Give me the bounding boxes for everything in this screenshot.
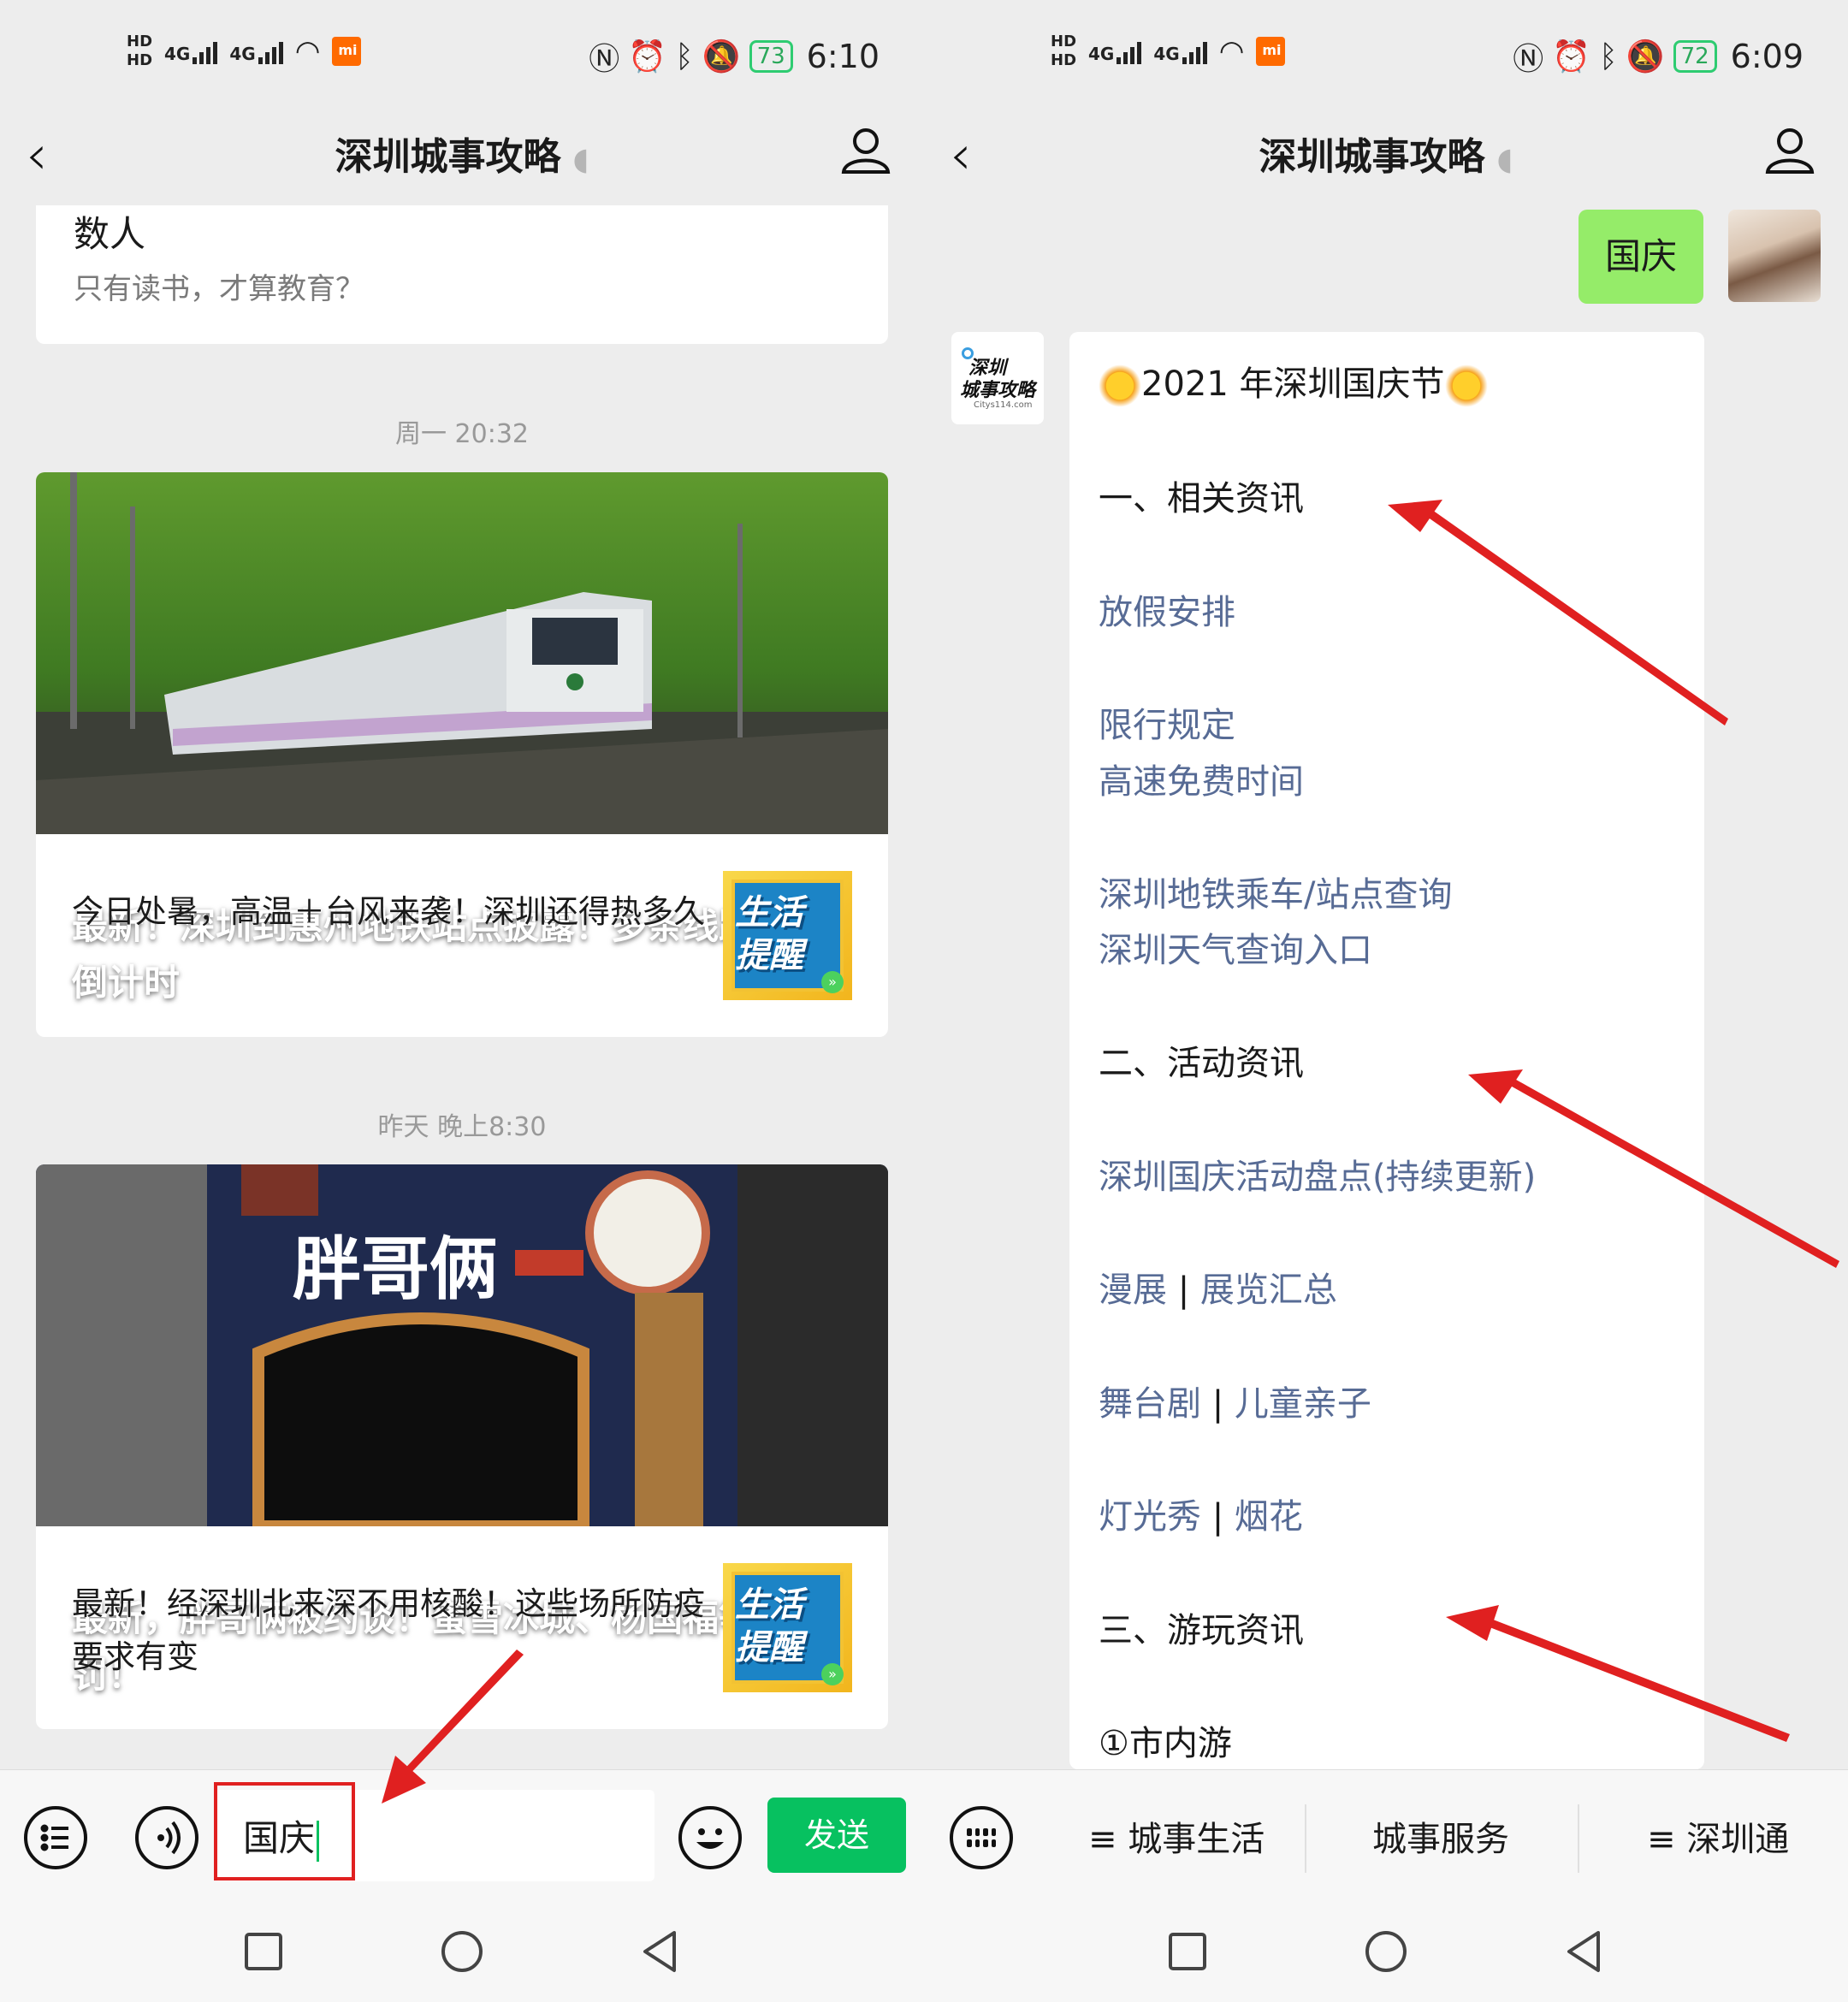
menu-list-icon[interactable] (24, 1806, 87, 1869)
link-holiday-schedule[interactable]: 放假安排 (1099, 584, 1235, 634)
sub-article-row[interactable]: 最新！经深圳北来深不用核酸！这些场所防疫要求有变 生活 提醒 » (36, 1526, 888, 1729)
emoji-icon[interactable] (678, 1806, 742, 1869)
back-nav-icon[interactable] (1559, 1926, 1610, 1977)
bluetooth-icon: ᛒ (1599, 38, 1618, 74)
wifi-icon: ◠ (1218, 34, 1245, 68)
life-reminder-thumbnail: 生活 提醒 » (723, 871, 852, 1000)
status-bar: HDHD 4G 4G ◠ Ⓝ ⏰ ᛒ 🔕 72 6:09 (924, 0, 1848, 116)
clock: 6:10 (806, 38, 880, 75)
link-light-show[interactable]: 灯光秀 (1099, 1497, 1201, 1537)
mute-icon: 🔕 (1626, 39, 1665, 74)
link-exhibitions[interactable]: 展览汇总 (1200, 1270, 1337, 1310)
link-fireworks[interactable]: 烟花 (1235, 1497, 1303, 1537)
profile-icon[interactable] (1764, 124, 1815, 175)
sun-icon (1444, 364, 1488, 407)
page-title: 深圳城事攻略 (1259, 135, 1485, 179)
message-timestamp: 周一 20:32 (395, 419, 529, 449)
forward-icon: » (821, 1663, 844, 1685)
bot-reply-bubble: 2021 年深圳国庆节 一、相关资讯 放假安排 限行规定 高速免费时间 深圳地铁… (1069, 332, 1704, 1769)
section-heading: 三、游玩资讯 (1099, 1611, 1304, 1650)
signal-icon-2: 4G (229, 38, 283, 64)
signal-icon: 4G (164, 38, 218, 64)
sub-article-title: 最新！经深圳北来深不用核酸！这些场所防疫要求有变 (72, 1585, 705, 1675)
my-avatar[interactable] (1728, 210, 1821, 302)
battery-icon: 73 (749, 40, 793, 73)
page-title: 深圳城事攻略 (335, 135, 561, 179)
signal-icon-2: 4G (1153, 38, 1207, 64)
sun-icon (1099, 364, 1141, 407)
link-activity-list[interactable]: 深圳国庆活动盘点(持续更新) (1099, 1149, 1536, 1199)
alarm-icon: ⏰ (1552, 39, 1591, 74)
keyboard-icon[interactable] (950, 1806, 1013, 1869)
menu-shenzhen-tong[interactable]: ≡ 深圳通 (1647, 1811, 1789, 1861)
link-highway-free[interactable]: 高速免费时间 (1099, 754, 1304, 803)
metro-train-image (36, 472, 888, 834)
bot-avatar[interactable]: 深圳 城事攻略 Citys114.com (951, 332, 1044, 424)
nfc-icon: Ⓝ (589, 42, 620, 77)
recent-apps-icon[interactable] (1162, 1926, 1213, 1977)
red-highlight-box (214, 1782, 355, 1881)
section-heading: 二、活动资讯 (1099, 1044, 1304, 1083)
sub-article-title: 今日处暑，高温＋台风来袭！深圳还得热多久 (72, 893, 705, 930)
sub-article-row[interactable]: 今日处暑，高温＋台风来袭！深圳还得热多久 生活 提醒 » (36, 834, 888, 1037)
menu-city-life[interactable]: ≡ 城事生活 (1088, 1811, 1265, 1861)
article-card-2[interactable]: 胖哥俩 最新，胖哥俩被约谈！蜜雪冰城、杨国福等受罚！ 最新！经深圳北来深不用核酸… (36, 1164, 888, 1729)
restaurant-sign-image: 胖哥俩 (36, 1164, 888, 1526)
left-screenshot: HDHD 4G 4G ◠ Ⓝ ⏰ ᛒ 🔕 73 6:10 ‹ 深圳城事攻略◖ (0, 0, 924, 2002)
section-heading: 一、相关资讯 (1099, 479, 1304, 518)
link-metro-query[interactable]: 深圳地铁乘车/站点查询 (1099, 867, 1452, 916)
home-icon[interactable] (436, 1926, 488, 1977)
article-title: 数人 (74, 213, 146, 255)
article-card-partial[interactable]: 数人 只有读书，才算教育？ (36, 205, 888, 344)
link-comic-expo[interactable]: 漫展 (1099, 1270, 1167, 1310)
recent-apps-icon[interactable] (238, 1926, 289, 1977)
send-button[interactable]: 发送 (767, 1798, 906, 1873)
nav-bar: ‹ 深圳城事攻略 ◖ (924, 116, 1848, 205)
article-card-1[interactable]: 最新！深圳到惠州地铁站点披露！多条线路通车倒计时 今日处暑，高温＋台风来袭！深圳… (36, 472, 888, 1037)
ear-icon: ◖ (572, 142, 589, 177)
link-row-exhibitions: 漫展 | 展览汇总 (1099, 1270, 1337, 1310)
menu-city-service[interactable]: 城事服务 (1372, 1811, 1509, 1861)
status-bar: HDHD 4G 4G ◠ Ⓝ ⏰ ᛒ 🔕 73 6:10 (0, 0, 924, 116)
hd-indicator: HD HD (127, 33, 153, 69)
subsection-heading: ①市内游 (1099, 1724, 1232, 1763)
nav-bar: ‹ 深圳城事攻略 ◖ (0, 116, 924, 205)
wifi-icon: ◠ (294, 34, 321, 68)
link-row-stage: 舞台剧 | 儿童亲子 (1099, 1384, 1371, 1424)
forward-icon: » (821, 971, 844, 993)
bluetooth-icon: ᛒ (675, 38, 694, 74)
link-row-lights: 灯光秀 | 烟花 (1099, 1497, 1303, 1537)
link-traffic-rules[interactable]: 限行规定 (1099, 697, 1235, 747)
life-reminder-thumbnail: 生活 提醒 » (723, 1563, 852, 1692)
article-subtitle: 只有读书，才算教育？ (74, 272, 364, 306)
system-nav-bar (924, 1902, 1848, 2002)
link-stage-play[interactable]: 舞台剧 (1099, 1384, 1201, 1424)
home-icon[interactable] (1360, 1926, 1412, 1977)
profile-icon[interactable] (840, 124, 891, 175)
ear-icon: ◖ (1496, 142, 1513, 177)
official-account-menu: ≡ 城事生活 城事服务 ≡ 深圳通 (924, 1769, 1848, 1902)
back-nav-icon[interactable] (635, 1926, 686, 1977)
voice-icon[interactable] (135, 1806, 198, 1869)
nfc-icon: Ⓝ (1513, 42, 1544, 77)
hd-indicator: HD HD (1051, 33, 1077, 69)
sign-text: 胖哥俩 (293, 1229, 498, 1309)
mi-app-icon (332, 37, 362, 66)
mi-app-icon (1256, 37, 1286, 66)
clock: 6:09 (1730, 38, 1804, 75)
mute-icon: 🔕 (702, 39, 741, 74)
battery-icon: 72 (1673, 40, 1717, 73)
system-nav-bar (0, 1902, 924, 2002)
alarm-icon: ⏰ (628, 39, 667, 74)
my-message-bubble[interactable]: 国庆 (1578, 210, 1703, 304)
reply-title: 2021 年深圳国庆节 (1099, 356, 1488, 407)
link-weather-query[interactable]: 深圳天气查询入口 (1099, 922, 1372, 972)
link-kids[interactable]: 儿童亲子 (1235, 1384, 1371, 1424)
signal-icon: 4G (1088, 38, 1142, 64)
message-timestamp: 昨天 晚上8:30 (377, 1112, 547, 1142)
